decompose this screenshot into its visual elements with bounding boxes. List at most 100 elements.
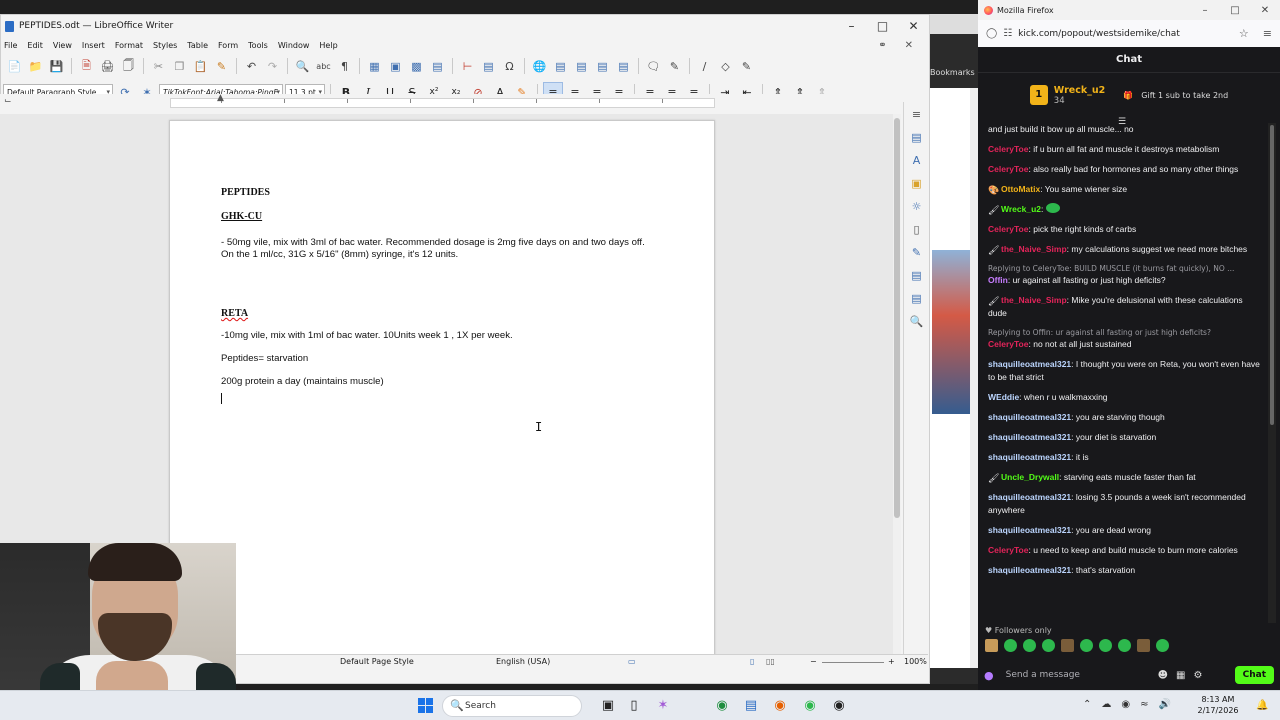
clone-format-icon[interactable]: ✎: [212, 57, 231, 76]
cross-reference-icon[interactable]: ▤: [614, 57, 633, 76]
task-view-icon[interactable]: ▣: [598, 696, 618, 716]
redo-icon[interactable]: ↷: [263, 57, 282, 76]
manage-changes-icon[interactable]: ▤: [908, 267, 926, 285]
insert-textbox-icon[interactable]: ▤: [428, 57, 447, 76]
shapes-icon[interactable]: ◇: [716, 57, 735, 76]
selection-mode-icon[interactable]: ▭: [628, 657, 636, 666]
undo-icon[interactable]: ↶: [242, 57, 261, 76]
emote-icon[interactable]: [1023, 639, 1036, 652]
insert-table-icon[interactable]: ▦: [365, 57, 384, 76]
chat-username[interactable]: shaquilleoatmeal321: [988, 432, 1071, 442]
page-icon[interactable]: ▯: [908, 221, 926, 239]
lock-icon[interactable]: ☷: [1003, 28, 1012, 39]
chat-username[interactable]: shaquilleoatmeal321: [988, 359, 1071, 369]
emote-icon[interactable]: [1137, 639, 1150, 652]
windows-start-icon[interactable]: [418, 698, 433, 713]
chat-username[interactable]: Uncle_Drywall: [1001, 472, 1059, 482]
multi-page-view-icon[interactable]: ▯▯: [766, 657, 775, 666]
menu-view[interactable]: View: [53, 41, 72, 50]
insert-field-icon[interactable]: ▤: [479, 57, 498, 76]
chat-username[interactable]: shaquilleoatmeal321: [988, 492, 1071, 502]
language-status[interactable]: English (USA): [496, 657, 550, 666]
chat-username[interactable]: OttoMatix: [1001, 184, 1040, 194]
chat-username[interactable]: shaquilleoatmeal321: [988, 565, 1071, 575]
horizontal-ruler[interactable]: ⌙ ▲: [0, 93, 895, 114]
clock[interactable]: 8:13 AM 2/17/2026: [1196, 694, 1240, 716]
maximize-button[interactable]: □: [867, 15, 898, 37]
print-icon[interactable]: 🖨: [98, 57, 117, 76]
comment-icon[interactable]: 🗨: [644, 57, 663, 76]
taskbar-search[interactable]: 🔍 Search: [442, 695, 582, 717]
headset-icon[interactable]: ◉: [1121, 699, 1130, 710]
emote-icon[interactable]: [1004, 639, 1017, 652]
zoom-level[interactable]: 100%: [904, 657, 927, 666]
url-text[interactable]: kick.com/popout/westsidemike/chat: [1018, 29, 1180, 39]
menu-table[interactable]: Table: [187, 41, 208, 50]
insert-chart-icon[interactable]: ▩: [407, 57, 426, 76]
chat-username[interactable]: shaquilleoatmeal321: [988, 412, 1071, 422]
chat-username[interactable]: the_Naive_Simp: [1001, 244, 1067, 254]
document-page[interactable]: PEPTIDES GHK-CU - 50mg vile, mix with 3m…: [169, 120, 715, 654]
pinned-username[interactable]: Wreck_u2: [1054, 85, 1106, 96]
emote-icon[interactable]: [1156, 639, 1169, 652]
zoom-in-icon[interactable]: +: [888, 657, 895, 666]
chat-username[interactable]: CeleryToe: [988, 164, 1028, 174]
chat-username[interactable]: WEddie: [988, 392, 1019, 402]
emote-icon[interactable]: [1099, 639, 1112, 652]
minimize-button[interactable]: –: [1190, 5, 1220, 16]
address-bar[interactable]: ◯ ☷ kick.com/popout/westsidemike/chat ☆ …: [978, 20, 1280, 47]
zoom-out-icon[interactable]: −: [810, 657, 817, 666]
reply-context[interactable]: Replying to Offin: ur against all fastin…: [988, 327, 1260, 338]
obs-taskbar-icon[interactable]: ◉: [829, 696, 849, 716]
tab-stop-icon[interactable]: ⌙: [4, 96, 12, 106]
chat-username[interactable]: CeleryToe: [988, 545, 1028, 555]
design-icon[interactable]: ▤: [908, 290, 926, 308]
shield-icon[interactable]: ◯: [986, 28, 997, 39]
chat-username[interactable]: Wreck_u2: [1001, 204, 1041, 214]
chat-username[interactable]: shaquilleoatmeal321: [988, 525, 1071, 535]
chat-username[interactable]: Offin: [988, 275, 1008, 285]
notification-bell-icon[interactable]: 🔔: [1256, 700, 1268, 711]
volume-icon[interactable]: 🔊: [1159, 699, 1171, 710]
writer-taskbar-icon[interactable]: ▤: [741, 696, 761, 716]
spelling-icon[interactable]: abc: [314, 57, 333, 76]
track-changes-icon[interactable]: ✎: [665, 57, 684, 76]
gift-text[interactable]: Gift 1 sub to take 2nd: [1141, 91, 1228, 100]
endnote-icon[interactable]: ▤: [572, 57, 591, 76]
emote-icon[interactable]: [1042, 639, 1055, 652]
gift-store-icon[interactable]: ▦: [1176, 670, 1185, 681]
maximize-button[interactable]: □: [1220, 5, 1250, 16]
special-character-icon[interactable]: Ω: [500, 57, 519, 76]
export-pdf-icon[interactable]: 🗎: [77, 57, 96, 76]
menu-window[interactable]: Window: [278, 41, 310, 50]
chevron-up-icon[interactable]: ⌃: [1083, 699, 1091, 710]
bookmark-icon[interactable]: ▤: [593, 57, 612, 76]
chrome-icon[interactable]: ◉: [712, 696, 732, 716]
zoom-slider[interactable]: [822, 662, 884, 663]
cloud-icon[interactable]: ☁: [1101, 699, 1111, 710]
save-icon[interactable]: 💾: [47, 57, 66, 76]
chat-username[interactable]: the_Naive_Simp: [1001, 295, 1067, 305]
copilot-icon[interactable]: ✶: [653, 696, 673, 716]
chat-username[interactable]: CeleryToe: [988, 144, 1028, 154]
file-icon[interactable]: ▯: [624, 696, 644, 716]
menu-form[interactable]: Form: [218, 41, 238, 50]
copy-icon[interactable]: ❐: [170, 57, 189, 76]
footnote-icon[interactable]: ▤: [551, 57, 570, 76]
styles-icon[interactable]: A: [908, 152, 926, 170]
scrollbar-thumb[interactable]: [894, 118, 900, 518]
settings-gear-icon[interactable]: ⚙: [1194, 670, 1203, 681]
pinned-gift-banner[interactable]: 1 Wreck_u2 34 🎁 Gift 1 sub to take 2nd: [978, 73, 1280, 117]
emote-icon[interactable]: [1061, 639, 1074, 652]
menu-format[interactable]: Format: [115, 41, 143, 50]
chat-scrollbar[interactable]: [1268, 123, 1276, 623]
bookmarks-label[interactable]: Bookmarks: [930, 68, 975, 77]
insert-image-icon[interactable]: ▣: [386, 57, 405, 76]
emote-icon[interactable]: [1118, 639, 1131, 652]
document-scrollbar[interactable]: [893, 114, 901, 654]
menu-file[interactable]: File: [4, 41, 17, 50]
menu-insert[interactable]: Insert: [82, 41, 105, 50]
chat-username[interactable]: CeleryToe: [988, 224, 1028, 234]
bookmark-star-icon[interactable]: ☆: [1239, 27, 1249, 40]
menu-styles[interactable]: Styles: [153, 41, 177, 50]
